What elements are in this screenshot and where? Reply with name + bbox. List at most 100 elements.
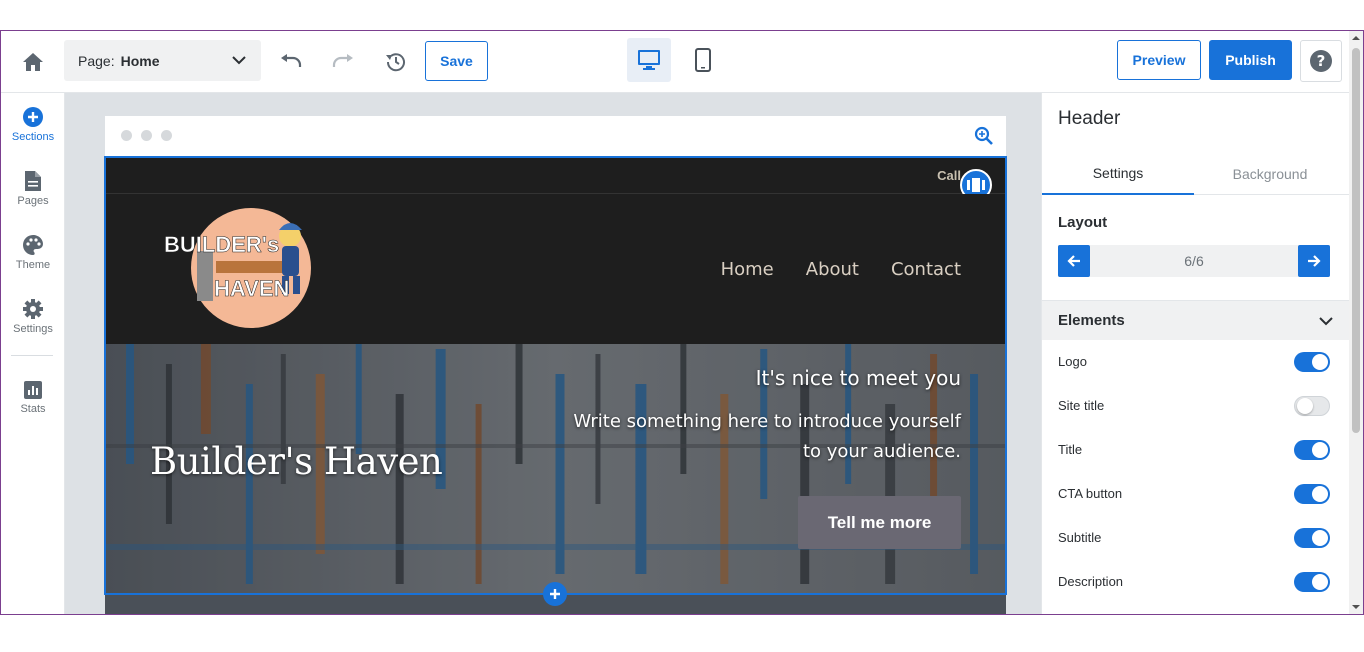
element-name: Title	[1058, 442, 1083, 457]
element-name: Subtitle	[1058, 530, 1102, 545]
scroll-down-icon[interactable]	[1352, 603, 1360, 611]
cta-button-toggle[interactable]	[1294, 484, 1330, 504]
header-navbar: BUILDER's HAVEN Home About Contact	[106, 194, 1005, 344]
element-name: CTA button	[1058, 486, 1123, 501]
elements-header[interactable]: Elements	[1042, 300, 1349, 340]
layout-value: 6/6	[1184, 253, 1204, 269]
tab-settings[interactable]: Settings	[1042, 153, 1194, 195]
help-icon: ?	[1310, 50, 1332, 72]
elements-label: Elements	[1058, 312, 1125, 329]
layout-next-button[interactable]	[1298, 245, 1330, 277]
save-button[interactable]: Save	[425, 41, 488, 81]
sidebar-item-settings[interactable]: Settings	[1, 293, 65, 349]
browser-bar	[105, 116, 1006, 156]
element-row-subtitle: Subtitle	[1058, 526, 1330, 550]
sidebar-item-label: Pages	[17, 195, 49, 207]
sidebar-item-sections[interactable]: Sections	[1, 101, 65, 157]
element-row-logo: Logo	[1058, 350, 1330, 374]
home-button[interactable]	[19, 48, 47, 76]
site-title-toggle[interactable]	[1294, 396, 1330, 416]
left-sidebar: Sections Pages Theme Settings Stats	[1, 93, 65, 614]
editor-canvas: Call BUILDER's HAVEN Home About Contact …	[65, 93, 1041, 614]
page-selector-value: Home	[120, 52, 160, 69]
settings-panel: Header Settings Background Layout 6/6 El…	[1041, 93, 1349, 614]
header-topbar: Call	[106, 158, 1005, 201]
svg-text:?: ?	[1317, 52, 1326, 70]
publish-button[interactable]: Publish	[1209, 40, 1292, 80]
tab-background[interactable]: Background	[1194, 153, 1346, 195]
element-row-site-title: Site title	[1058, 394, 1330, 418]
menu-item-contact[interactable]: Contact	[891, 259, 961, 280]
sidebar-item-label: Settings	[13, 323, 53, 335]
desktop-view-button[interactable]	[627, 38, 671, 82]
scroll-up-icon[interactable]	[1352, 34, 1360, 42]
page-scrollbar[interactable]	[1349, 31, 1363, 614]
site-builder-app: Page: Home Save Preview Publish ? Sectio…	[0, 30, 1364, 615]
panel-tabs: Settings Background	[1042, 153, 1349, 195]
plus-icon	[550, 589, 560, 599]
desktop-icon	[638, 50, 660, 70]
add-section-button[interactable]	[543, 582, 567, 606]
window-dot	[141, 130, 152, 141]
hero-area: Builder's Haven It's nice to meet you Wr…	[106, 344, 1005, 593]
plus-circle-icon	[23, 107, 43, 127]
arrow-left-icon	[1067, 255, 1080, 267]
description-toggle[interactable]	[1294, 572, 1330, 592]
layout-prev-button[interactable]	[1058, 245, 1090, 277]
search-icon[interactable]	[974, 126, 994, 146]
layout-label: Layout	[1058, 214, 1108, 231]
element-row-description: Description	[1058, 570, 1330, 594]
title-toggle[interactable]	[1294, 440, 1330, 460]
panel-title: Header	[1058, 108, 1121, 129]
history-button[interactable]	[381, 48, 409, 76]
cta-button[interactable]: Tell me more	[798, 496, 961, 549]
history-icon	[386, 53, 405, 72]
page-icon	[25, 171, 41, 191]
redo-button[interactable]	[329, 48, 357, 76]
site-logo[interactable]: BUILDER's HAVEN	[162, 206, 322, 331]
home-icon	[23, 53, 43, 71]
page-selector[interactable]: Page: Home	[64, 40, 261, 81]
sidebar-divider	[11, 355, 53, 356]
sidebar-item-label: Sections	[11, 131, 55, 143]
sidebar-item-stats[interactable]: Stats	[1, 373, 65, 429]
top-toolbar: Page: Home Save Preview Publish ?	[1, 31, 1363, 93]
mobile-view-button[interactable]	[681, 38, 725, 82]
subtitle-toggle[interactable]	[1294, 528, 1330, 548]
header-section[interactable]: Call BUILDER's HAVEN Home About Contact …	[104, 156, 1007, 595]
call-link[interactable]: Call	[937, 168, 961, 183]
hero-description[interactable]: Write something here to introduce yourse…	[561, 407, 961, 467]
menu-item-home[interactable]: Home	[721, 259, 774, 280]
bar-chart-icon	[24, 381, 42, 399]
window-dot	[161, 130, 172, 141]
logo-toggle[interactable]	[1294, 352, 1330, 372]
mobile-icon	[695, 48, 711, 72]
header-menu: Home About Contact	[689, 259, 961, 280]
menu-item-about[interactable]: About	[806, 259, 859, 280]
sidebar-item-pages[interactable]: Pages	[1, 165, 65, 221]
columns-icon	[967, 178, 985, 192]
sidebar-item-label: Stats	[20, 403, 46, 415]
hero-title[interactable]: Builder's Haven	[150, 440, 443, 483]
arrow-right-icon	[1308, 255, 1321, 267]
sidebar-item-label: Theme	[15, 259, 51, 271]
element-row-title: Title	[1058, 438, 1330, 462]
element-name: Description	[1058, 574, 1124, 589]
undo-icon	[281, 54, 302, 67]
palette-icon	[23, 235, 43, 255]
chevron-down-icon[interactable]	[1318, 313, 1334, 329]
logo-graphic: BUILDER's HAVEN	[164, 208, 311, 328]
scrollbar-thumb[interactable]	[1352, 48, 1360, 433]
sidebar-item-theme[interactable]: Theme	[1, 229, 65, 285]
hero-subtitle[interactable]: It's nice to meet you	[756, 366, 961, 390]
undo-button[interactable]	[277, 48, 305, 76]
gear-icon	[23, 299, 43, 319]
help-button[interactable]: ?	[1300, 40, 1342, 82]
browser-preview-frame: Call BUILDER's HAVEN Home About Contact …	[104, 116, 1007, 614]
element-name: Site title	[1058, 398, 1105, 413]
preview-button[interactable]: Preview	[1117, 40, 1201, 80]
element-row-cta-button: CTA button	[1058, 482, 1330, 506]
svg-text:BUILDER's: BUILDER's	[164, 232, 279, 257]
page-selector-label: Page:	[78, 52, 115, 69]
element-name: Logo	[1058, 354, 1087, 369]
